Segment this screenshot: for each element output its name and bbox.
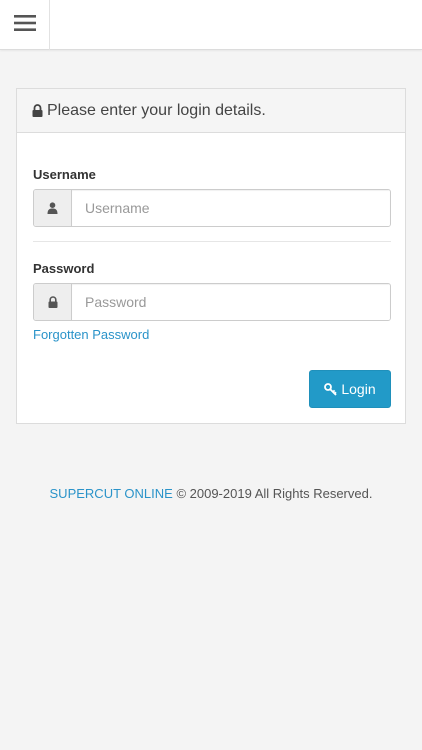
menu-button[interactable] bbox=[0, 0, 50, 50]
footer: SUPERCUT ONLINE © 2009-2019 All Rights R… bbox=[0, 486, 422, 501]
password-label: Password bbox=[33, 261, 95, 276]
lock-icon bbox=[34, 284, 72, 320]
username-input[interactable] bbox=[72, 190, 390, 226]
username-input-group bbox=[33, 189, 391, 227]
top-navbar bbox=[0, 0, 422, 50]
login-button-label: Login bbox=[341, 381, 376, 397]
copyright-text: © 2009-2019 All Rights Reserved. bbox=[176, 486, 373, 501]
form-divider bbox=[33, 241, 391, 242]
panel-heading-text: Please enter your login details. bbox=[47, 101, 266, 119]
password-input[interactable] bbox=[72, 284, 390, 320]
login-button[interactable]: Login bbox=[309, 370, 391, 408]
login-panel: Please enter your login details. Usernam… bbox=[16, 88, 406, 424]
brand-link[interactable]: SUPERCUT ONLINE bbox=[50, 486, 173, 501]
lock-icon bbox=[32, 104, 43, 117]
username-label: Username bbox=[33, 167, 96, 182]
hamburger-menu-icon bbox=[13, 14, 36, 37]
forgotten-password-link[interactable]: Forgotten Password bbox=[33, 327, 149, 342]
user-icon bbox=[34, 190, 72, 226]
password-input-group bbox=[33, 283, 391, 321]
panel-heading: Please enter your login details. bbox=[17, 89, 405, 133]
key-icon bbox=[324, 382, 337, 396]
